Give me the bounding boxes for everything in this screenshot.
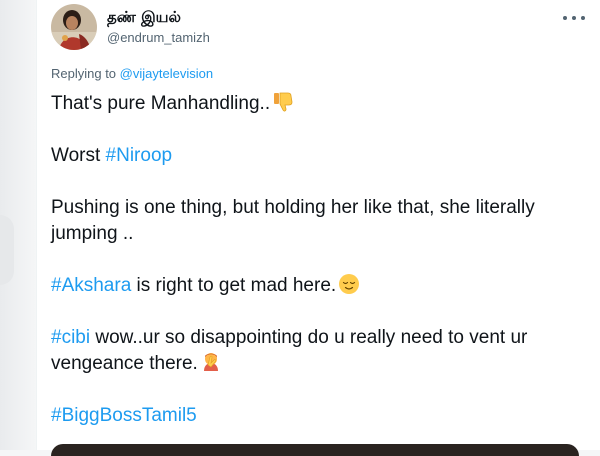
thumbs-down-emoji-icon	[274, 92, 293, 112]
tweet-line-1-text: That's pure Manhandling..	[51, 93, 271, 114]
replying-to: Replying to @vijaytelevision	[51, 66, 213, 81]
more-dot	[581, 16, 585, 20]
tweet-line-2: Worst #Niroop	[51, 143, 581, 169]
hashtag-biggbosstamil5-link[interactable]: #BiggBossTamil5	[51, 405, 197, 426]
hashtag-niroop-link[interactable]: #Niroop	[106, 145, 173, 166]
woman-facepalming-emoji-icon	[203, 353, 218, 371]
tweet-line-3-text: Pushing is one thing, but holding her li…	[51, 197, 535, 244]
user-handle[interactable]: @endrum_tamizh	[107, 30, 210, 45]
hashtag-cibi-link[interactable]: #cibi	[51, 327, 90, 348]
media-preview[interactable]	[51, 444, 579, 456]
background-shadow	[0, 215, 14, 285]
tweet-line-5: #cibi wow..ur so disappointing do u real…	[51, 325, 581, 377]
tweet-line-5-text: wow..ur so disappointing do u really nee…	[51, 327, 528, 374]
tweet-line-4-text: is right to get mad here.	[131, 275, 337, 296]
profile-avatar-icon	[51, 4, 97, 50]
tweet-line-1: That's pure Manhandling..	[51, 91, 581, 117]
tweet-line-3: Pushing is one thing, but holding her li…	[51, 195, 581, 247]
more-icon[interactable]	[563, 14, 585, 22]
relieved-face-emoji-icon	[339, 274, 360, 294]
tweet-card[interactable]: தண் இயல் @endrum_tamizh Replying to @vij…	[36, 0, 600, 456]
tweet-line-4: #Akshara is right to get mad here.	[51, 273, 581, 299]
tweet-line-2-text: Worst	[51, 145, 106, 166]
replying-to-label: Replying to	[51, 66, 120, 81]
reply-mention-link[interactable]: @vijaytelevision	[120, 66, 213, 81]
display-name[interactable]: தண் இயல்	[107, 8, 181, 28]
more-dot	[572, 16, 576, 20]
tweet-line-6: #BiggBossTamil5	[51, 403, 581, 429]
hashtag-akshara-link[interactable]: #Akshara	[51, 275, 131, 296]
avatar[interactable]	[51, 4, 97, 50]
tweet-text: That's pure Manhandling.. Worst #Niroop …	[51, 91, 581, 429]
more-dot	[563, 16, 567, 20]
